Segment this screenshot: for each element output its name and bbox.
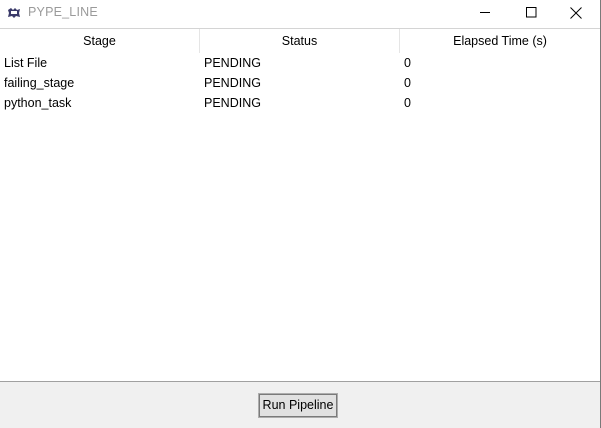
window-title: PYPE_LINE <box>28 5 98 19</box>
maximize-icon <box>525 7 537 21</box>
column-header-elapsed[interactable]: Elapsed Time (s) <box>400 29 600 53</box>
table-row[interactable]: failing_stage PENDING 0 <box>0 73 600 93</box>
cell-status: PENDING <box>204 96 261 110</box>
table-row[interactable]: python_task PENDING 0 <box>0 93 600 113</box>
column-header-stage[interactable]: Stage <box>0 29 200 53</box>
cell-stage: List File <box>4 56 48 70</box>
cell-elapsed: 0 <box>404 76 411 90</box>
cell-stage: python_task <box>4 96 72 110</box>
column-header-status[interactable]: Status <box>200 29 400 53</box>
feather-icon <box>7 7 21 19</box>
close-button[interactable] <box>553 0 599 28</box>
cell-status: PENDING <box>204 56 261 70</box>
title-bar[interactable]: PYPE_LINE <box>0 0 600 28</box>
cell-elapsed: 0 <box>404 96 411 110</box>
minimize-button[interactable] <box>462 0 508 28</box>
table-header: Stage Status Elapsed Time (s) <box>0 29 600 53</box>
run-pipeline-button[interactable]: Run Pipeline <box>258 393 338 418</box>
cell-status: PENDING <box>204 76 261 90</box>
cell-elapsed: 0 <box>404 56 411 70</box>
minimize-icon <box>479 7 491 21</box>
cell-stage: failing_stage <box>4 76 75 90</box>
maximize-button[interactable] <box>508 0 554 28</box>
app-window: PYPE_LINE Stage Status Elapsed Time (s) … <box>0 0 601 428</box>
table-row[interactable]: List File PENDING 0 <box>0 53 600 73</box>
stage-table[interactable]: Stage Status Elapsed Time (s) List File … <box>0 28 600 381</box>
action-panel: Run Pipeline <box>0 381 600 428</box>
close-icon <box>570 6 582 22</box>
